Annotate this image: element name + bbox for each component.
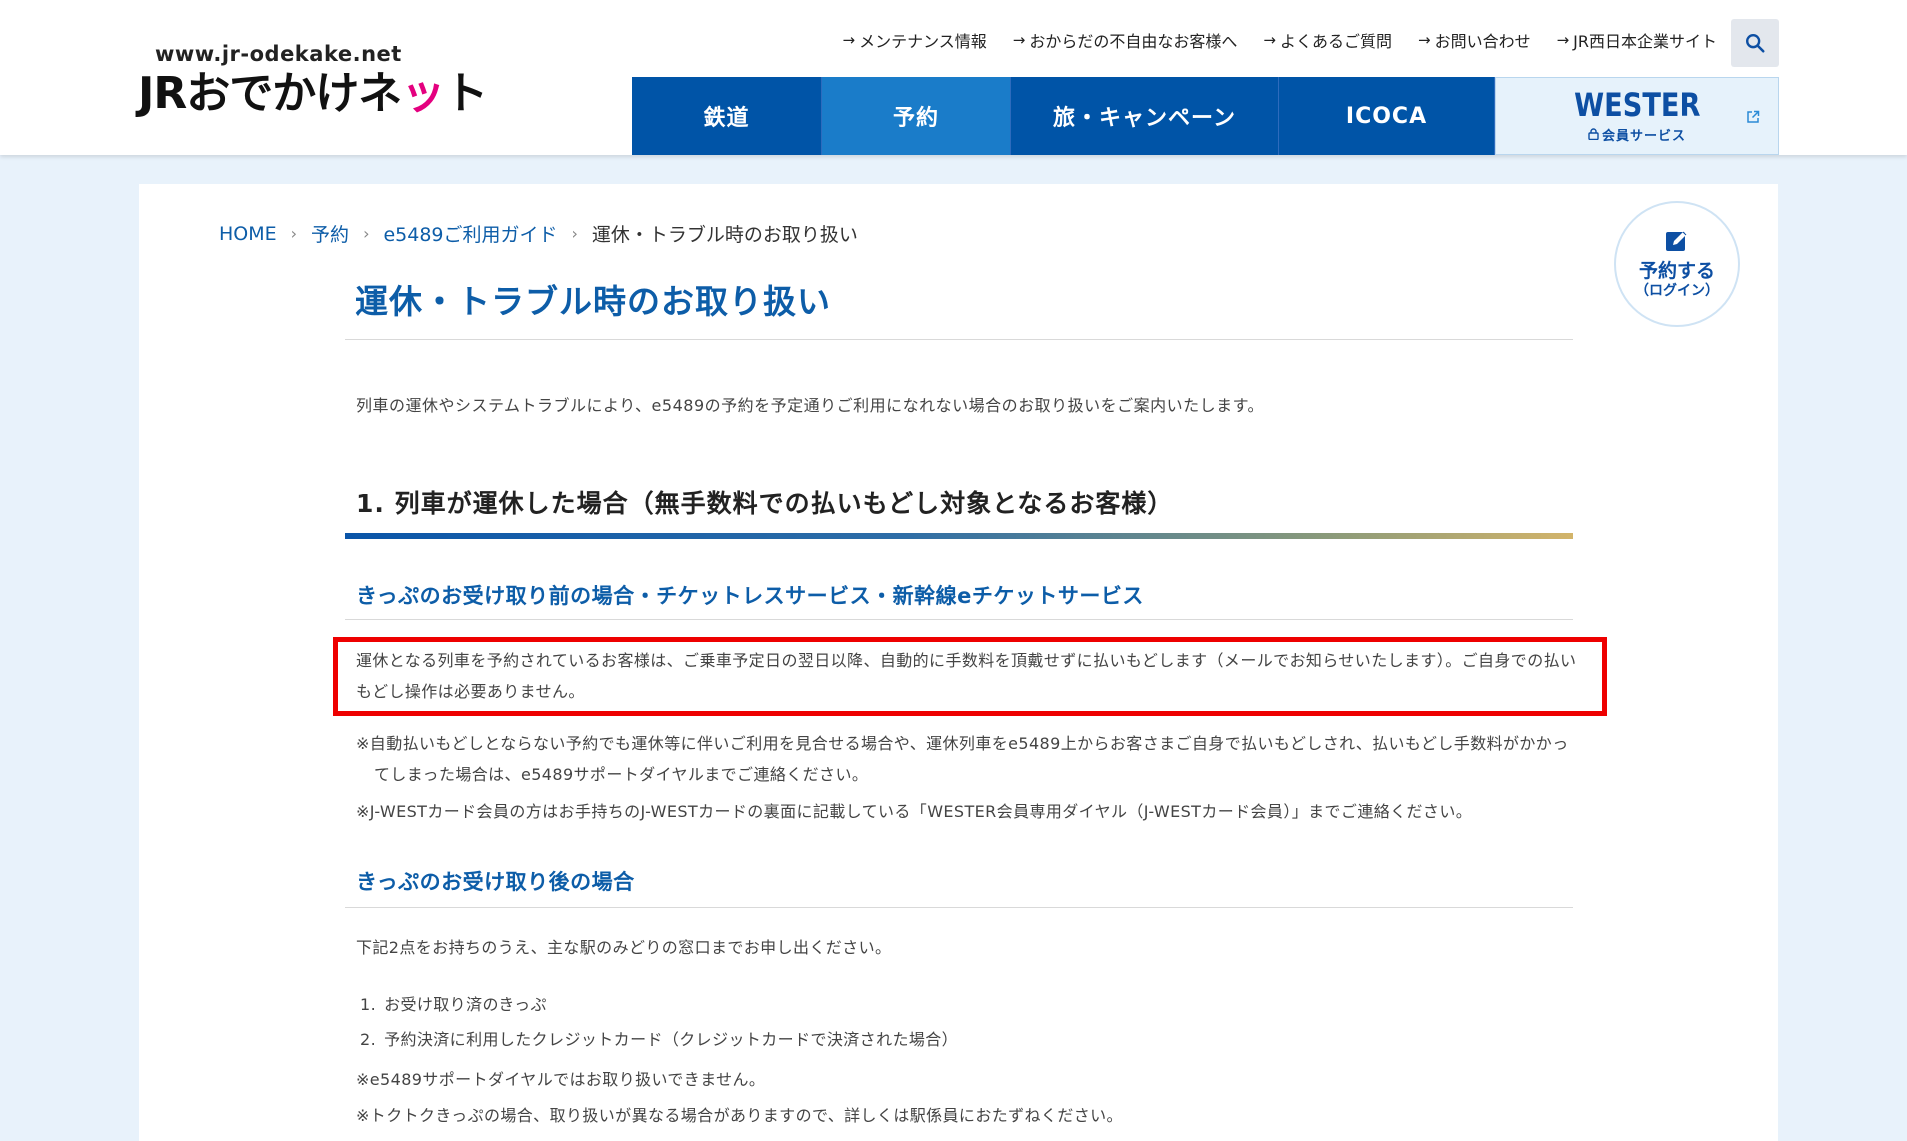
list-item: 2. 予約決済に利用したクレジットカード（クレジットカードで決済された場合）	[360, 1022, 958, 1057]
wester-title: WESTER	[1573, 85, 1701, 124]
pen-icon	[1666, 231, 1687, 252]
subsection-heading-after-pickup: きっぷのお受け取り後の場合	[356, 870, 635, 894]
util-link-maintenance[interactable]: → メンテナンス情報	[843, 28, 987, 52]
logo-text-4: ッ	[401, 68, 445, 119]
reserve-sublabel: （ログイン）	[1635, 283, 1719, 299]
util-link-label: JR西日本企業サイト	[1573, 32, 1717, 51]
util-link-accessibility[interactable]: → おからだの不自由なお客様へ	[1013, 28, 1238, 52]
logo-text-2: け	[315, 68, 359, 119]
breadcrumb-guide[interactable]: e5489ご利用ガイド	[383, 220, 557, 247]
arrow-right-icon: →	[1012, 31, 1026, 49]
util-link-label: おからだの不自由なお客様へ	[1029, 32, 1238, 51]
wester-sub: 会員サービス	[1588, 125, 1686, 144]
reserve-login-button[interactable]: 予約する （ログイン）	[1614, 201, 1740, 327]
divider	[345, 907, 1573, 908]
breadcrumb-current: 運休・トラブル時のお取り扱い	[591, 224, 858, 246]
breadcrumb-reservation[interactable]: 予約	[311, 220, 349, 247]
subsection-heading-before-pickup: きっぷのお受け取り前の場合・チケットレスサービス・新幹線eチケットサービス	[356, 584, 1144, 608]
nav-wester[interactable]: WESTER 会員サービス	[1495, 77, 1779, 155]
list-number: 2.	[360, 1030, 377, 1049]
section-heading: 1. 列車が運休した場合（無手数料での払いもどし対象となるお客様）	[356, 489, 1174, 518]
section-divider	[345, 533, 1573, 539]
intro-text: 列車の運休やシステムトラブルにより、e5489の予約を予定通りご利用になれない場…	[356, 396, 1265, 415]
divider	[345, 339, 1573, 340]
util-link-label: よくあるご質問	[1279, 32, 1392, 51]
chevron-right-icon: ›	[363, 224, 370, 243]
wester-sub-label: 会員サービス	[1601, 128, 1686, 144]
util-link-corporate[interactable]: → JR西日本企業サイト	[1557, 28, 1717, 52]
nav-railway[interactable]: 鉄道	[632, 77, 822, 155]
divider	[345, 619, 1573, 620]
after-pickup-text: 下記2点をお持ちのうえ、主な駅のみどりの窓口までお申し出ください。	[356, 938, 892, 957]
lock-icon	[1588, 128, 1599, 140]
arrow-right-icon: →	[1556, 31, 1570, 49]
global-nav: 鉄道 予約 旅・キャンペーン ICOCA WESTER 会員サービス	[632, 77, 1779, 155]
note-no-support: ※e5489サポートダイヤルではお取り扱いできません。	[356, 1070, 766, 1089]
chevron-right-icon: ›	[290, 224, 298, 243]
external-link-icon	[1747, 110, 1760, 123]
arrow-right-icon: →	[1417, 31, 1431, 49]
note-toku-toku: ※トクトクきっぷの場合、取り扱いが異なる場合がありますので、詳しくは駅係員におた…	[356, 1106, 1123, 1125]
site-header: www.jr-odekake.net JRおでかけネット → メンテナンス情報 →…	[0, 0, 1907, 155]
list-text: お受け取り済のきっぷ	[384, 995, 547, 1014]
search-button[interactable]	[1731, 19, 1779, 67]
nav-icoca[interactable]: ICOCA	[1279, 77, 1495, 155]
chevron-right-icon: ›	[571, 224, 578, 243]
arrow-right-icon: →	[1263, 31, 1276, 49]
logo-text-5: ト	[444, 68, 488, 119]
nav-travel-campaign[interactable]: 旅・キャンペーン	[1011, 77, 1279, 155]
util-link-contact[interactable]: → お問い合わせ	[1418, 28, 1531, 52]
list-text: 予約決済に利用したクレジットカード（クレジットカードで決済された場合）	[384, 1030, 959, 1049]
auto-refund-text: 運休となる列車を予約されているお客様は、ご乗車予定日の翌日以降、自動的に手数料を…	[356, 651, 1577, 701]
site-logo[interactable]: JRおでかけネット	[138, 72, 488, 116]
logo-text-3: ネ	[358, 68, 402, 119]
logo-text-1: JRおでか	[138, 68, 316, 119]
reserve-label: 予約する	[1638, 260, 1715, 283]
list-item: 1. お受け取り済のきっぷ	[360, 987, 958, 1022]
page-title: 運休・トラブル時のお取り扱い	[355, 282, 831, 321]
logo-url[interactable]: www.jr-odekake.net	[155, 42, 402, 66]
util-link-label: メンテナンス情報	[859, 32, 987, 51]
util-link-label: お問い合わせ	[1434, 32, 1531, 51]
util-link-faq[interactable]: → よくあるご質問	[1263, 28, 1392, 52]
list-number: 1.	[360, 995, 377, 1014]
arrow-right-icon: →	[842, 31, 856, 49]
required-items-list: 1. お受け取り済のきっぷ 2. 予約決済に利用したクレジットカード（クレジット…	[360, 987, 958, 1057]
utility-links: → メンテナンス情報 → おからだの不自由なお客様へ → よくあるご質問 → お問い合わ…	[843, 28, 1717, 52]
note-support-dial: ※自動払いもどしとならない予約でも運休等に伴いご利用を見合せる場合や、運休列車を…	[356, 734, 1569, 784]
breadcrumb-home[interactable]: HOME	[219, 223, 277, 245]
search-icon	[1746, 34, 1765, 53]
nav-reservation[interactable]: 予約	[822, 77, 1011, 155]
note-jwest-card: ※J-WESTカード会員の方はお手持ちのJ-WESTカードの裏面に記載している「…	[356, 802, 1473, 821]
breadcrumb: HOME › 予約 › e5489ご利用ガイド › 運休・トラブル時のお取り扱い	[219, 220, 858, 247]
